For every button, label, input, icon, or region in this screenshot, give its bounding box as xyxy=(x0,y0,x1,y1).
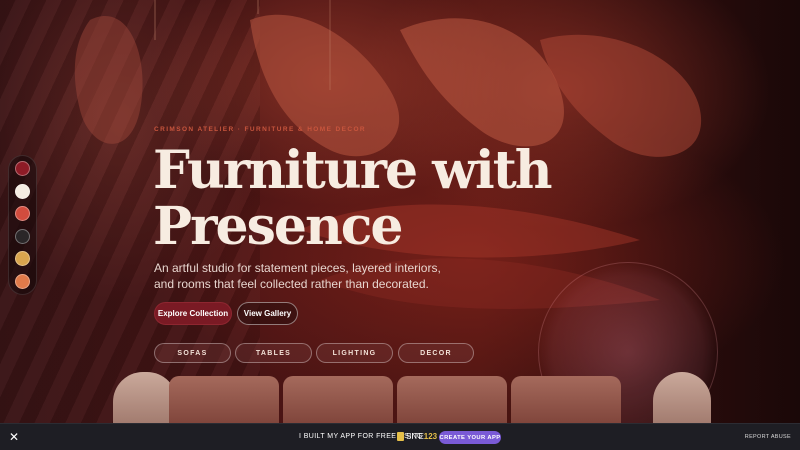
title-line-1: Furniture with xyxy=(153,140,553,201)
sofa-image xyxy=(113,372,711,423)
report-abuse-link[interactable]: REPORT ABUSE xyxy=(745,434,791,440)
hero-subtitle: An artful studio for statement pieces, l… xyxy=(154,261,441,291)
theme-swatch-panel xyxy=(8,155,37,295)
hero-eyebrow: CRIMSON ATELIER · FURNITURE & HOME DECOR xyxy=(154,126,366,133)
swatch-crimson[interactable] xyxy=(15,161,30,176)
category-pill-tables[interactable]: TABLES xyxy=(235,343,312,363)
promo-bar: ✕ I BUILT MY APP FOR FREE USING SITE 123… xyxy=(0,423,800,450)
category-pill-decor[interactable]: DECOR xyxy=(398,343,474,363)
view-gallery-button[interactable]: View Gallery xyxy=(237,302,298,325)
swatch-charcoal[interactable] xyxy=(15,228,30,244)
site123-logo[interactable]: SITE 123 xyxy=(397,432,437,441)
swatch-coral[interactable] xyxy=(15,206,30,222)
page-title: Furniture with Presence xyxy=(153,143,633,255)
site123-logo-icon xyxy=(397,432,404,441)
site123-logo-number: 123 xyxy=(423,432,438,441)
explore-collection-button[interactable]: Explore Collection xyxy=(154,302,232,325)
swatch-cream[interactable] xyxy=(15,183,30,199)
swatch-mustard[interactable] xyxy=(15,251,30,267)
category-pill-sofas[interactable]: SOFAS xyxy=(154,343,231,363)
category-pill-lighting[interactable]: LIGHTING xyxy=(316,343,393,363)
swatch-terracotta[interactable] xyxy=(15,273,30,289)
create-your-app-button[interactable]: CREATE YOUR APP xyxy=(439,431,501,444)
site123-logo-text: SITE xyxy=(406,432,424,441)
close-icon[interactable]: ✕ xyxy=(8,431,20,443)
title-line-2: Presence xyxy=(153,196,403,257)
